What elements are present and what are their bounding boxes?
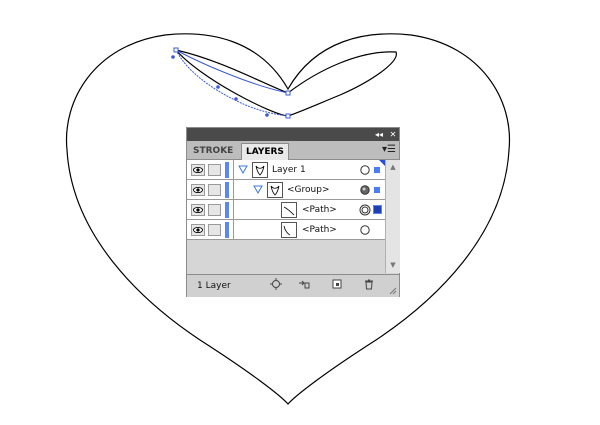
- handle-point[interactable]: [216, 85, 220, 89]
- selected-path-lower[interactable]: [175, 49, 289, 117]
- layer-row-group[interactable]: <Group>: [187, 180, 385, 200]
- panel-tab-row: STROKE LAYERS ▾☰: [187, 141, 399, 160]
- anchor-point[interactable]: [173, 47, 179, 53]
- layer-color-bar: [225, 222, 229, 238]
- expand-triangle-icon[interactable]: [238, 165, 248, 174]
- lock-toggle[interactable]: [208, 164, 221, 176]
- lock-toggle[interactable]: [208, 184, 221, 196]
- eye-icon[interactable]: [191, 164, 205, 176]
- new-sublayer-icon[interactable]: [330, 278, 344, 292]
- layer-row-path-selected[interactable]: <Path>: [187, 200, 385, 220]
- target-icon[interactable]: [359, 164, 371, 176]
- layer-color-bar: [225, 182, 229, 198]
- column-divider: [233, 220, 234, 240]
- locate-object-icon[interactable]: [269, 278, 283, 292]
- anchor-point[interactable]: [285, 90, 291, 96]
- layer-thumbnail: [252, 162, 268, 178]
- selection-indicator[interactable]: [373, 205, 382, 214]
- layer-name[interactable]: <Group>: [287, 183, 329, 197]
- layer-row-path[interactable]: <Path>: [187, 220, 385, 240]
- layer-name[interactable]: Layer 1: [272, 163, 306, 177]
- scroll-up-icon[interactable]: ▲: [386, 162, 400, 172]
- column-divider: [233, 180, 234, 200]
- handle-point[interactable]: [171, 55, 175, 59]
- layer-list-scrollbar[interactable]: ▲ ▼: [385, 160, 400, 273]
- close-icon[interactable]: ✕: [387, 128, 399, 141]
- eye-icon[interactable]: [191, 224, 205, 236]
- layer-name[interactable]: <Path>: [302, 203, 337, 217]
- panel-title-bar[interactable]: ◂◂ ✕: [187, 128, 399, 141]
- path-thumbnail: [281, 202, 297, 218]
- path-thumbnail: [281, 222, 297, 238]
- handle-point[interactable]: [234, 97, 238, 101]
- layer-row-layer-1[interactable]: Layer 1: [187, 160, 385, 180]
- anchor-points[interactable]: [173, 47, 291, 119]
- layer-list: Layer 1 <Group> <Path> <Path>: [187, 160, 385, 273]
- target-icon[interactable]: [359, 184, 371, 196]
- layer-count: 1 Layer: [197, 281, 231, 291]
- collapse-icon[interactable]: ◂◂: [373, 128, 385, 141]
- lock-toggle[interactable]: [208, 204, 221, 216]
- tab-stroke[interactable]: STROKE: [189, 143, 237, 159]
- expand-triangle-icon[interactable]: [253, 185, 263, 194]
- delete-icon[interactable]: [362, 278, 376, 292]
- resize-grip-icon[interactable]: [389, 287, 397, 295]
- make-clipping-mask-icon[interactable]: [297, 278, 311, 292]
- panel-footer: 1 Layer: [187, 274, 399, 297]
- handle-point[interactable]: [265, 113, 269, 117]
- inner-curve[interactable]: [174, 49, 397, 117]
- selection-indicator[interactable]: [374, 167, 380, 173]
- eye-icon[interactable]: [191, 204, 205, 216]
- lock-toggle[interactable]: [208, 224, 221, 236]
- column-divider: [233, 160, 234, 180]
- direction-handles[interactable]: [171, 55, 269, 117]
- anchor-point[interactable]: [285, 113, 291, 119]
- tab-layers[interactable]: LAYERS: [241, 143, 289, 160]
- layer-color-bar: [225, 162, 229, 178]
- panel-menu-icon[interactable]: ▾☰: [382, 143, 396, 157]
- layer-name[interactable]: <Path>: [302, 223, 337, 237]
- selection-indicator[interactable]: [374, 187, 380, 193]
- column-divider: [233, 200, 234, 220]
- target-icon[interactable]: [359, 224, 371, 236]
- eye-icon[interactable]: [191, 184, 205, 196]
- layer-color-bar: [225, 202, 229, 218]
- group-thumbnail: [267, 182, 283, 198]
- scroll-down-icon[interactable]: ▼: [386, 260, 400, 270]
- target-icon[interactable]: [359, 204, 371, 216]
- layers-panel: ◂◂ ✕ STROKE LAYERS ▾☰ Layer 1 <Group> <P…: [186, 127, 400, 297]
